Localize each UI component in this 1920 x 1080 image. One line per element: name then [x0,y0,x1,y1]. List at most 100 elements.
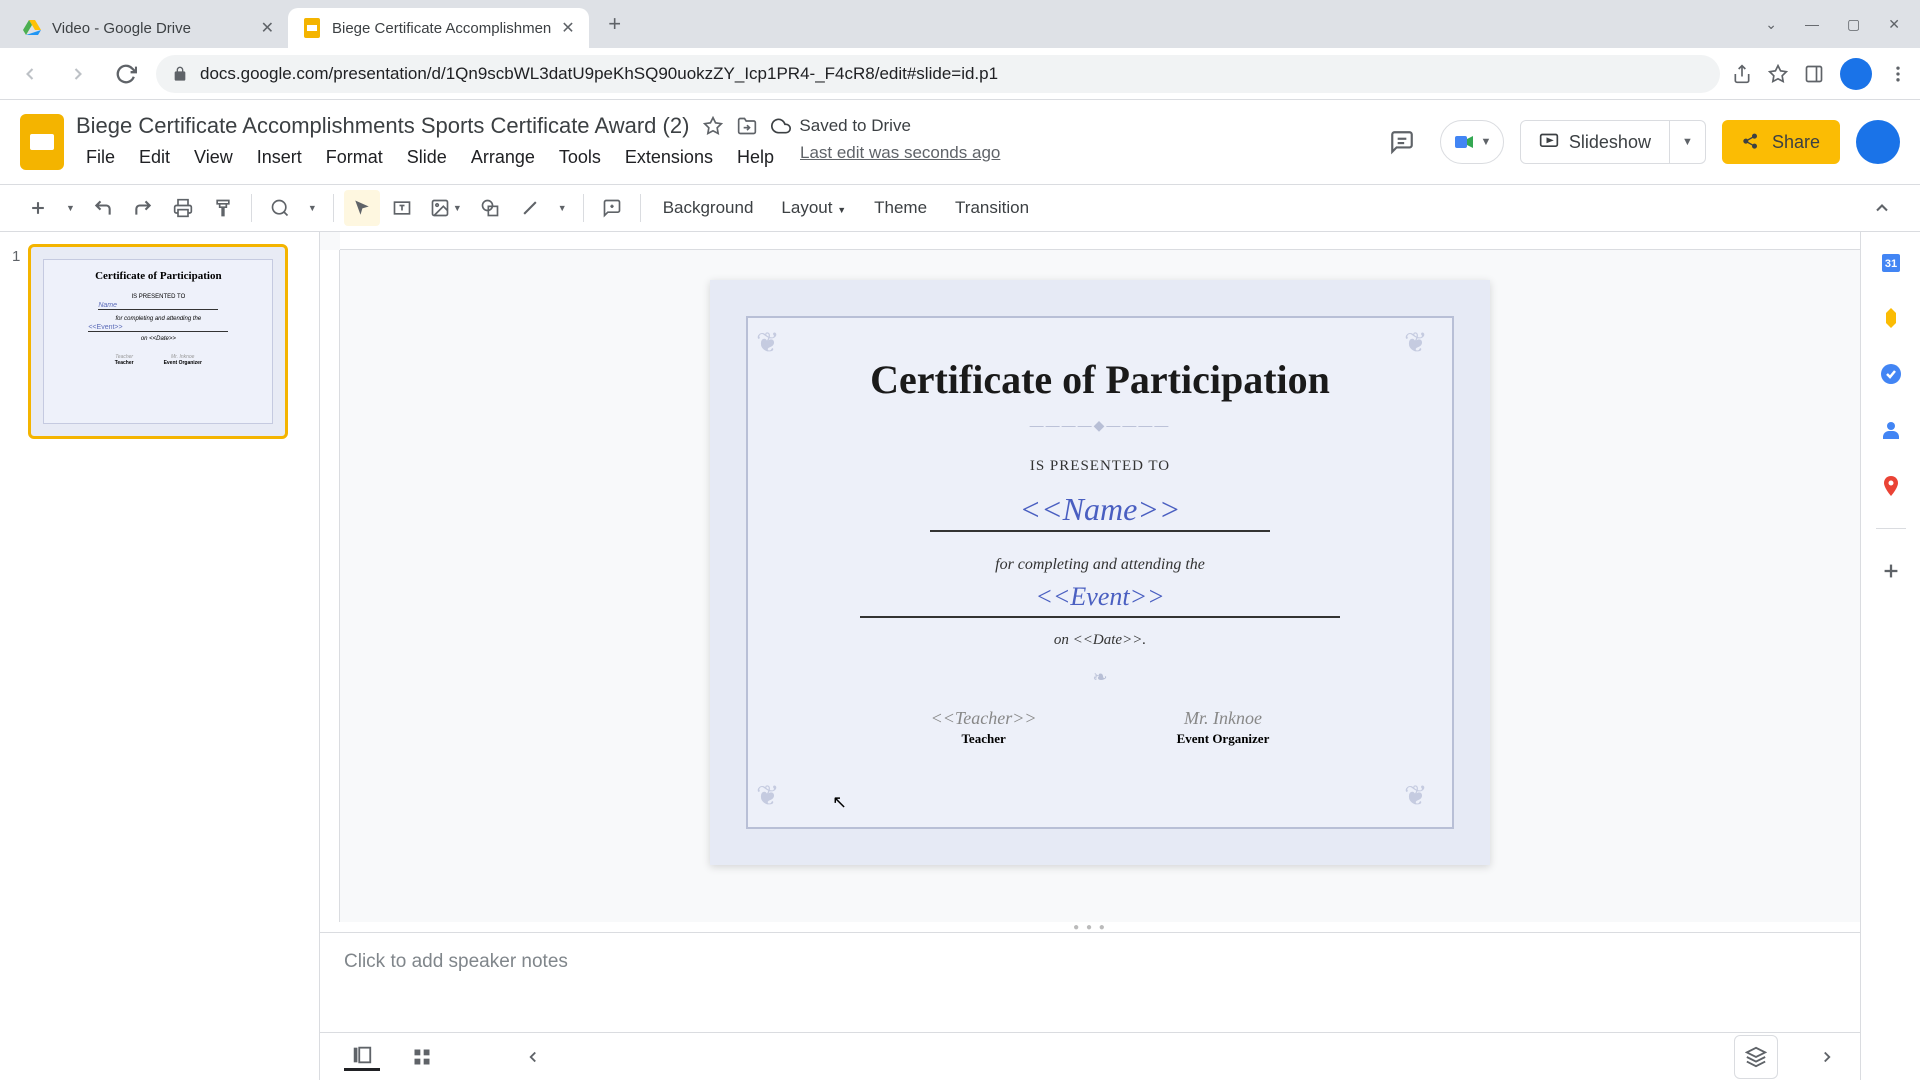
close-icon[interactable]: ✕ [261,18,274,38]
browser-tab-drive[interactable]: Video - Google Drive ✕ [8,8,288,48]
speaker-notes[interactable]: Click to add speaker notes [320,932,1860,1032]
chrome-menu-icon[interactable] [1888,64,1908,84]
corner-ornament: ❦ [756,779,796,819]
address-bar-row: docs.google.com/presentation/d/1Qn9scbWL… [0,48,1920,100]
saved-status[interactable]: Saved to Drive [771,116,911,136]
signature-organizer[interactable]: Mr. Inknoe Event Organizer [1177,708,1270,747]
tab-title: Video - Google Drive [52,20,251,37]
corner-ornament: ❦ [756,326,796,366]
star-icon[interactable] [703,116,723,136]
new-slide-button[interactable] [20,190,56,226]
theme-button[interactable]: Theme [862,198,939,218]
slide-number: 1 [12,244,20,439]
maps-icon[interactable] [1877,472,1905,500]
redo-button[interactable] [125,190,161,226]
slideshow-dropdown[interactable]: ▼ [1670,120,1706,164]
print-button[interactable] [165,190,201,226]
event-field[interactable]: <<Event>> [860,582,1340,618]
grid-view-button[interactable] [404,1043,440,1071]
menu-help[interactable]: Help [727,143,784,172]
window-controls: ⌄ — ▢ ✕ [1765,16,1912,33]
menu-slide[interactable]: Slide [397,143,457,172]
paint-format-button[interactable] [205,190,241,226]
slides-favicon [302,18,322,38]
slide-thumbnail[interactable]: Certificate of Participation IS PRESENTE… [28,244,288,439]
menu-format[interactable]: Format [316,143,393,172]
tasks-icon[interactable] [1877,360,1905,388]
tab-search-icon[interactable]: ⌄ [1765,16,1777,33]
meet-button[interactable]: ▼ [1440,120,1504,164]
calendar-icon[interactable]: 31 [1877,248,1905,276]
new-slide-dropdown[interactable]: ▼ [60,190,81,226]
close-window-icon[interactable]: ✕ [1888,16,1900,33]
select-tool[interactable] [344,190,380,226]
zoom-button[interactable] [262,190,298,226]
back-button[interactable] [12,56,48,92]
menu-file[interactable]: File [76,143,125,172]
close-icon[interactable]: ✕ [561,18,574,38]
date-label[interactable]: on <<Date>>. [1054,632,1146,649]
image-tool[interactable]: ▼ [424,190,468,226]
background-button[interactable]: Background [651,198,766,218]
line-dropdown[interactable]: ▼ [552,190,573,226]
shape-tool[interactable] [472,190,508,226]
corner-ornament: ❦ [1404,326,1444,366]
menu-extensions[interactable]: Extensions [615,143,723,172]
transition-button[interactable]: Transition [943,198,1041,218]
layout-button[interactable]: Layout ▼ [769,198,858,218]
menu-arrange[interactable]: Arrange [461,143,545,172]
name-field[interactable]: <<Name>> [930,491,1270,532]
maximize-icon[interactable]: ▢ [1847,16,1860,33]
slideshow-button[interactable]: Slideshow [1520,120,1670,164]
document-title[interactable]: Biege Certificate Accomplishments Sports… [76,113,689,139]
drive-favicon [22,18,42,38]
line-tool[interactable] [512,190,548,226]
slide-canvas[interactable]: ❦ ❦ ❦ ❦ Certificate of Participation ―――… [710,280,1490,865]
address-bar[interactable]: docs.google.com/presentation/d/1Qn9scbWL… [156,55,1720,93]
collapse-toolbar-icon[interactable] [1864,190,1900,226]
share-page-icon[interactable] [1732,64,1752,84]
slides-logo[interactable] [20,114,64,170]
new-tab-button[interactable]: + [597,6,633,42]
flourish-ornament: ❧ [1092,667,1107,688]
reload-button[interactable] [108,56,144,92]
forward-button[interactable] [60,56,96,92]
signature-teacher[interactable]: <<Teacher>> Teacher [931,708,1037,747]
svg-text:31: 31 [1884,258,1896,270]
vertical-ruler[interactable] [320,250,340,922]
completing-label[interactable]: for completing and attending the [995,556,1205,574]
explore-button[interactable] [1734,1035,1778,1079]
undo-button[interactable] [85,190,121,226]
move-icon[interactable] [737,116,757,136]
filmstrip-panel: 1 Certificate of Participation IS PRESEN… [0,232,320,1080]
last-edit-link[interactable]: Last edit was seconds ago [800,143,1000,172]
browser-tab-slides[interactable]: Biege Certificate Accomplishmen ✕ [288,8,589,48]
add-addon-icon[interactable] [1877,557,1905,585]
menu-tools[interactable]: Tools [549,143,611,172]
menu-edit[interactable]: Edit [129,143,180,172]
presented-label[interactable]: IS PRESENTED TO [1030,458,1170,475]
account-avatar[interactable] [1856,120,1900,164]
minimize-icon[interactable]: — [1805,16,1819,33]
sidepanel-icon[interactable] [1804,64,1824,84]
notes-resize-handle[interactable]: ● ● ● [320,922,1860,932]
share-button[interactable]: Share [1722,120,1840,164]
bottom-bar [320,1032,1860,1080]
certificate-title[interactable]: Certificate of Participation [870,356,1330,403]
bookmark-icon[interactable] [1768,64,1788,84]
profile-avatar[interactable] [1840,58,1872,90]
comment-tool[interactable] [594,190,630,226]
keep-icon[interactable] [1877,304,1905,332]
contacts-icon[interactable] [1877,416,1905,444]
comments-button[interactable] [1380,120,1424,164]
collapse-filmstrip-icon[interactable] [524,1048,542,1066]
lock-icon [172,66,188,82]
main-area: 1 Certificate of Participation IS PRESEN… [0,232,1920,1080]
textbox-tool[interactable] [384,190,420,226]
filmstrip-view-button[interactable] [344,1043,380,1071]
horizontal-ruler[interactable] [340,232,1860,250]
menu-view[interactable]: View [184,143,243,172]
zoom-dropdown[interactable]: ▼ [302,190,323,226]
menu-insert[interactable]: Insert [247,143,312,172]
expand-sidepanel-icon[interactable] [1818,1048,1836,1066]
